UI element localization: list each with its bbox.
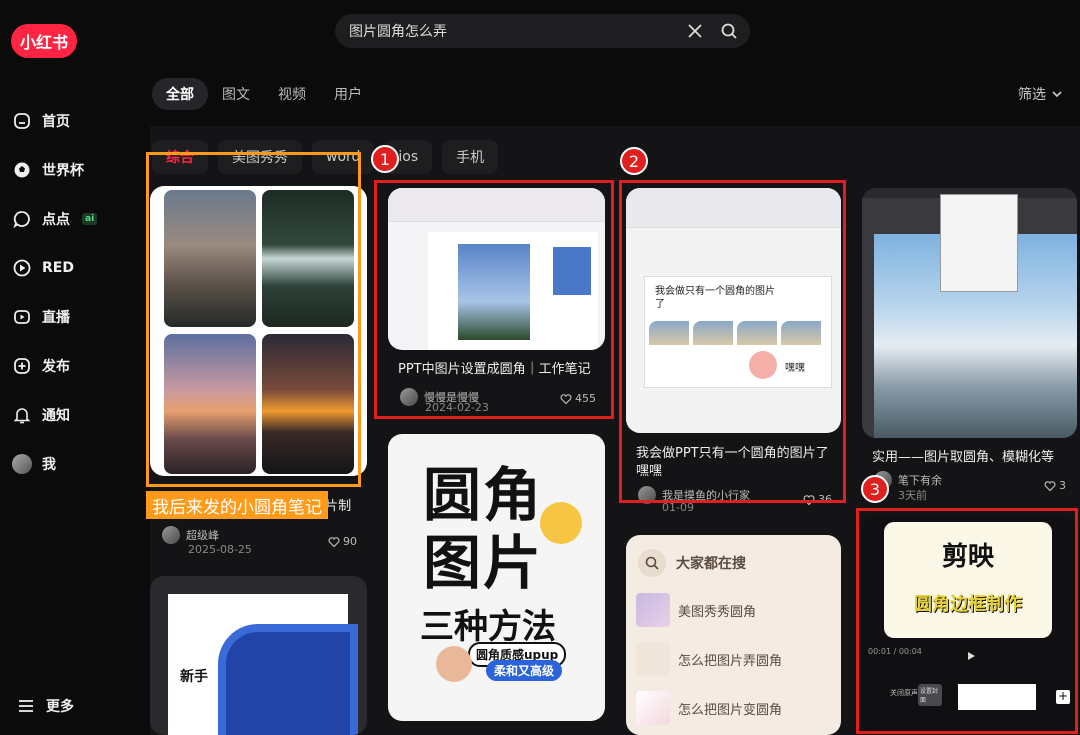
cover-line: 三种方法 [420,607,556,647]
suggestion-item[interactable]: 怎么把图片弄圆角 [636,642,782,676]
note-card-cover[interactable] [862,188,1077,438]
annotation-number: 3 [861,475,889,503]
suggestions-header: 大家都在搜 [638,549,746,577]
author-name: 笔下有余 [898,474,942,487]
menu-icon [16,696,36,716]
heart-icon [1044,480,1056,491]
chip-keyword[interactable]: 手机 [442,140,499,174]
ai-badge: ai [82,213,98,225]
filter-label: 筛选 [1018,87,1046,103]
bell-icon [12,405,32,425]
cover-text: 新手 [180,669,208,685]
chevron-down-icon [1052,91,1062,98]
highlight-box [146,152,361,487]
search-icon [638,549,666,577]
sidebar-item-home[interactable]: 首页 [12,106,70,136]
sidebar-item-publish[interactable]: 发布 [12,351,70,381]
like-button[interactable]: 3 [1044,479,1066,492]
suggestions-title: 大家都在搜 [676,556,746,572]
sidebar-item-red[interactable]: RED [12,253,74,283]
chat-bubble-icon [12,209,32,229]
sidebar: 小红书 首页 世界杯 点点 ai RED 直播 发布 通知 我 更多 [0,0,130,735]
tab-video[interactable]: 视频 [264,78,320,110]
like-count: 90 [343,535,357,548]
suggestion-item[interactable]: 美图秀秀圆角 [636,593,756,627]
suggestion-thumb [636,691,670,725]
sidebar-item-label: 首页 [42,114,70,130]
person-illustration-icon [436,646,472,682]
cover-canvas: 新手 [168,594,358,735]
home-icon [12,111,32,131]
filter-button[interactable]: 筛选 [1018,84,1063,104]
annotation-number: 1 [371,145,399,173]
tab-users[interactable]: 用户 [320,78,376,110]
note-author[interactable]: 超级峰 [162,526,219,544]
play-circle-icon [12,258,32,278]
sidebar-item-label: 更多 [46,699,74,715]
thinking-emoji-icon [540,502,582,544]
search-icon[interactable] [720,22,738,40]
suggestion-item[interactable]: 怎么把图片变圆角 [636,691,782,725]
like-count: 3 [1059,479,1066,492]
cover-line: 图片 [423,529,544,597]
suggestion-thumb [636,593,670,627]
suggestion-label: 美图秀秀圆角 [678,604,757,620]
suggestion-label: 怎么把图片变圆角 [678,702,783,718]
like-button[interactable]: 90 [328,535,357,548]
note-card-cover[interactable]: 新手 [150,576,367,735]
note-date: 3天前 [898,489,927,502]
cover-tag: 柔和又高级 [486,660,563,681]
sidebar-item-label: RED [42,260,74,276]
tab-all[interactable]: 全部 [152,78,208,110]
sidebar-item-more[interactable]: 更多 [16,691,74,721]
note-card-cover[interactable]: 圆角 图片 三种方法 圆角质感upup 柔和又高级 [388,434,605,721]
sidebar-item-label: 点点 [42,212,70,228]
suggestion-thumb [636,642,670,676]
sidebar-item-label: 世界杯 [42,163,84,179]
sidebar-item-live[interactable]: 直播 [12,302,70,332]
tab-image-text[interactable]: 图文 [208,78,264,110]
ps-context-menu [940,194,1018,292]
highlight-box [619,180,846,503]
author-name: 超级峰 [186,529,219,542]
app-logo[interactable]: 小红书 [11,24,77,58]
plus-square-icon [12,356,32,376]
highlight-box [856,508,1078,734]
sidebar-item-me[interactable]: 我 [12,449,56,479]
avatar [12,454,32,474]
close-icon[interactable] [686,22,704,40]
heart-icon [328,536,340,547]
soccer-icon [12,160,32,180]
suggestion-label: 怎么把图片弄圆角 [678,653,783,669]
annotation-label: 我后来发的小圆角笔记 [146,491,328,519]
result-tabs: 全部 图文 视频 用户 [152,78,376,110]
live-icon [12,307,32,327]
sidebar-item-label: 通知 [42,408,70,424]
avatar [162,526,180,544]
sidebar-item-label: 我 [42,457,56,473]
sidebar-item-label: 发布 [42,359,70,375]
note-title[interactable]: 实用——图片取圆角、模糊化等 [872,449,1072,467]
sidebar-item-worldcup[interactable]: 世界杯 [12,155,84,185]
search-suggestions: 大家都在搜 美图秀秀圆角 怎么把图片弄圆角 怎么把图片变圆角 [626,535,841,735]
search-query: 图片圆角怎么弄 [349,24,447,40]
highlight-box [374,180,614,419]
sidebar-item-diandian[interactable]: 点点 ai [12,204,98,234]
cover-shape [218,624,358,735]
sidebar-item-notify[interactable]: 通知 [12,400,70,430]
sidebar-item-label: 直播 [42,310,70,326]
annotation-number: 2 [620,147,648,175]
note-date: 2025-08-25 [188,543,252,556]
